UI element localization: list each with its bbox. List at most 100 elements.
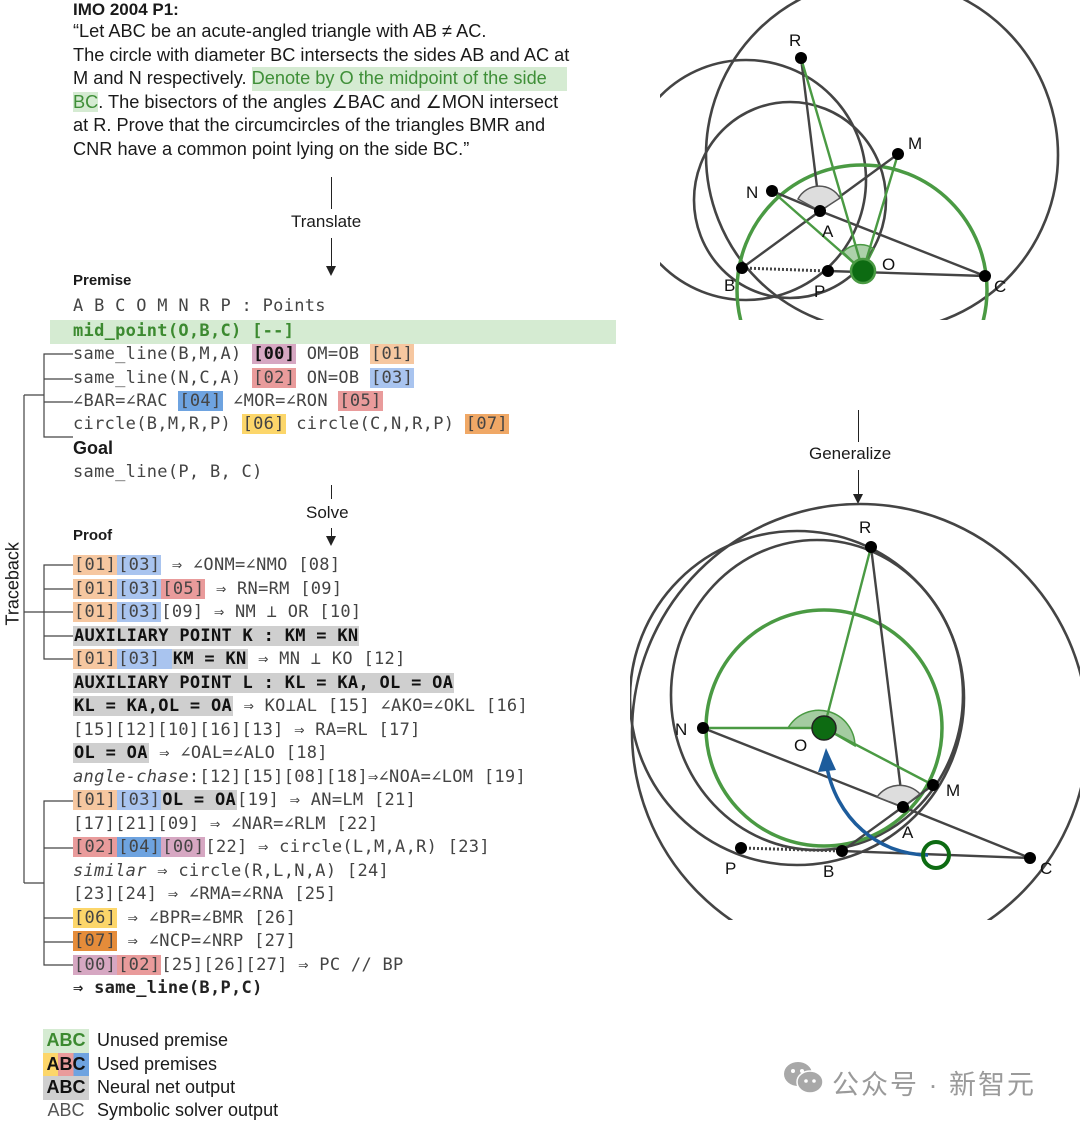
label-p: P — [814, 282, 825, 301]
premise-row: same_line(N,C,A) [02] ON=OB [03] — [73, 367, 415, 391]
solve-arrowhead-icon — [326, 536, 336, 546]
premise-tag-02: [02] — [117, 955, 162, 975]
proof-step: [01] [03] KM = KN ⇒ MN ⊥ KO [12] — [73, 648, 406, 672]
solve-arrow-line — [331, 528, 333, 536]
geometry-diagram-generalized: R N O M A P B C — [630, 502, 1080, 920]
traceback-brackets — [23, 353, 73, 966]
legend-swatch-symbolic: ABC — [47, 1100, 85, 1120]
premise-text: circle(B,M,R,P) — [73, 414, 242, 434]
premise-tag-01: [01] — [73, 579, 118, 599]
premise-text: ∠BAR=∠RAC — [73, 391, 179, 411]
premise-tag-03: [03] — [117, 602, 162, 622]
symbolic-output: [22] ⇒ circle(L,M,A,R) [23] — [205, 837, 490, 857]
segment-bp-dotted — [741, 266, 829, 273]
symbolic-output: ⇒ MN ⊥ KO [12] — [247, 649, 406, 669]
label-c: C — [1040, 859, 1052, 878]
wechat-icon — [784, 1062, 824, 1094]
premise-tag-03: [03] — [117, 649, 172, 669]
proof-step: AUXILIARY POINT K : KM = KN — [73, 625, 360, 649]
problem-title: IMO 2004 P1: — [73, 0, 179, 19]
goal-heading: Goal — [73, 438, 114, 458]
problem-line: at R. Prove that the circumcircles of th… — [73, 115, 546, 135]
problem-text-plain: . The bisectors of the angles ∠BAC and ∠… — [98, 91, 559, 112]
premise-tag-00: [00] — [161, 837, 206, 857]
premise-tag-06: [06] — [73, 908, 118, 928]
proof-step: KL = KA,OL = OA ⇒ KO⊥AL [15] ∠AKO=∠OKL [… — [73, 695, 528, 719]
circumcircle-bmr — [660, 58, 868, 302]
proof-step: similar ⇒ circle(R,L,N,A) [24] — [73, 860, 389, 884]
point-o — [811, 715, 837, 741]
point-o — [849, 257, 877, 285]
unused-premise-highlight: Denote by O the midpoint of the side — [251, 67, 567, 91]
segment-ab — [741, 210, 821, 269]
premise-heading: Premise — [73, 272, 132, 289]
segment-ro — [822, 546, 873, 729]
premise-tag-01: [01] — [73, 649, 118, 669]
problem-statement: “Let ABC be an acute-angled triangle wit… — [73, 20, 633, 161]
premise-tag-07: [07] — [73, 931, 118, 951]
premise-text: ON=OB — [296, 368, 370, 388]
generalize-arrow-line — [858, 470, 860, 494]
proof-heading: Proof — [73, 527, 113, 544]
proof-step: [23][24] ⇒ ∠RMA=∠RNA [25] — [73, 884, 337, 904]
premise-text: circle(C,N,R,P) — [285, 414, 465, 434]
symbolic-output: ⇒ circle(R,L,N,A) [24] — [146, 861, 390, 881]
proof-step: [01] [03][09] ⇒ NM ⊥ OR [10] — [73, 601, 361, 625]
proof-step: [02] [04] [00][22] ⇒ circle(L,M,A,R) [23] — [73, 836, 490, 860]
proof-step: [01] [03] OL = OA[19] ⇒ AN=LM [21] — [73, 789, 416, 813]
premise-tag-00: [00] — [252, 344, 297, 364]
neural-output: OL = OA — [73, 743, 149, 763]
label-c: C — [994, 277, 1006, 296]
legend-used: ABC Used premises — [43, 1053, 217, 1077]
generalize-arrow-line — [858, 410, 860, 442]
proof-conclusion: ⇒ same_line(B,P,C) — [73, 978, 263, 998]
premise-tag-03: [03] — [117, 579, 162, 599]
proof-step: [01] [03] [05] ⇒ RN=RM [09] — [73, 578, 342, 602]
symbolic-output: ⇒ KO⊥AL [15] ∠AKO=∠OKL [16] — [233, 696, 529, 716]
point-b — [836, 845, 848, 857]
premise-bracket — [43, 353, 73, 438]
neural-output: AUXILIARY POINT L : KL = KA, OL = OA — [73, 673, 455, 693]
premise-tag-03: [03] — [117, 555, 162, 575]
label-a: A — [902, 823, 914, 842]
segment-bc — [841, 849, 1031, 860]
translate-label: Translate — [291, 212, 362, 231]
goal-statement: same_line(P, B, C) — [73, 462, 263, 482]
circumcircle-bmr — [630, 529, 966, 867]
legend-swatch-used: ABC — [43, 1053, 89, 1077]
premise-text: ∠MOR=∠RON — [222, 391, 339, 411]
label-m: M — [908, 134, 922, 153]
tactic-label: angle-chase — [73, 767, 189, 787]
premise-tag-01: [01] — [73, 555, 118, 575]
proof-step: AUXILIARY POINT L : KL = KA, OL = OA — [73, 672, 455, 696]
point-m — [927, 779, 939, 791]
point-r — [795, 52, 807, 64]
legend-symbolic: ABC Symbolic solver output — [43, 1099, 278, 1123]
premise-tag-03: [03] — [369, 368, 415, 388]
problem-text-plain: M and N respectively. — [73, 68, 252, 88]
unused-premise-highlight: BC — [73, 91, 99, 112]
legend-label: Neural net output — [97, 1077, 236, 1097]
premise-tag-02: [02] — [73, 837, 118, 857]
point-c — [979, 270, 991, 282]
symbolic-output: [09] ⇒ NM ⊥ OR [10] — [161, 602, 362, 622]
neural-output: AUXILIARY POINT K : KM = KN — [73, 626, 360, 646]
generalize-label: Generalize — [809, 444, 892, 463]
premise-tag-03: [03] — [117, 790, 162, 810]
label-p: P — [725, 859, 736, 878]
label-o: O — [882, 255, 895, 274]
premise-tag-04: [04] — [178, 391, 223, 411]
traceback-label: Traceback — [2, 542, 23, 626]
generalization-arrowhead-icon — [818, 748, 836, 772]
neural-output: KM = KN — [171, 649, 248, 669]
solve-label: Solve — [306, 503, 349, 522]
proof-bracket-2 — [43, 800, 73, 966]
watermark-text: 公众号 · 新智元 — [832, 1070, 1036, 1100]
legend-swatch-unused: ABC — [43, 1029, 89, 1053]
label-a: A — [822, 222, 834, 241]
premise-tag-02: [02] — [252, 368, 297, 388]
point-r — [865, 541, 877, 553]
neural-output: KL = KA,OL = OA — [73, 696, 234, 716]
translate-arrow-line — [331, 238, 333, 266]
point-n — [766, 185, 778, 197]
